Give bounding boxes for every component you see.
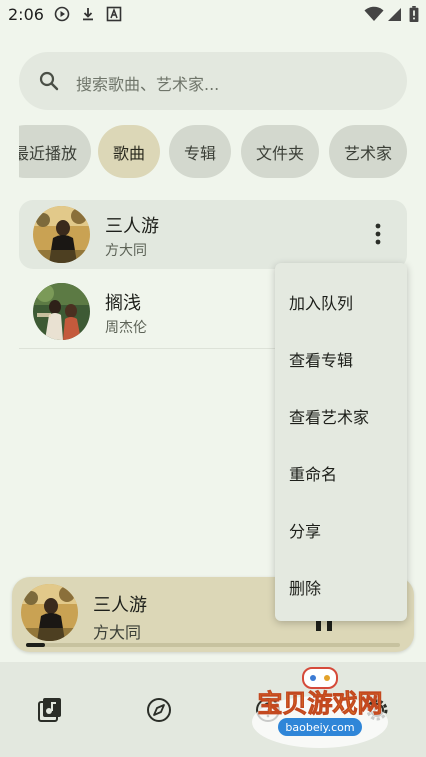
watermark-title: 宝贝游戏网 [257, 689, 382, 718]
now-playing-artist: 方大同 [93, 623, 142, 642]
song-artist: 方大同 [105, 243, 147, 259]
tab-recent[interactable]: 最近播放 [19, 125, 91, 178]
download-icon [83, 8, 93, 21]
tab-folders[interactable]: 文件夹 [241, 125, 319, 178]
status-time: 2:06 [8, 5, 44, 24]
song-title: 搁浅 [105, 293, 141, 314]
menu-item-label: 查看专辑 [289, 351, 354, 370]
album-cover [33, 206, 90, 263]
now-playing-cover [21, 584, 78, 641]
watermark-url: baobeiy.com [285, 721, 354, 734]
signal-icon [388, 8, 401, 21]
tab-label: 文件夹 [255, 143, 304, 163]
battery-icon [409, 6, 419, 22]
search-input[interactable]: 搜索歌曲、艺术家... [76, 71, 219, 95]
menu-item-label: 分享 [289, 522, 322, 541]
watermark-logo: 宝贝游戏网 baobeiy.com [245, 664, 395, 752]
wifi-icon [364, 6, 384, 21]
tab-label: 专辑 [183, 143, 216, 163]
tab-songs[interactable]: 歌曲 [98, 125, 160, 178]
song-title: 三人游 [105, 216, 159, 237]
menu-item-add-to-queue[interactable]: 加入队列 [275, 272, 407, 329]
playback-progress-fill [26, 643, 45, 647]
tab-label: 歌曲 [112, 143, 145, 163]
menu-item-share[interactable]: 分享 [275, 500, 407, 557]
tab-chips: 最近播放 歌曲 专辑 文件夹 艺术家 [19, 125, 407, 178]
song-row[interactable]: 三人游 方大同 [19, 200, 407, 269]
tab-albums[interactable]: 专辑 [169, 125, 231, 178]
menu-item-delete[interactable]: 删除 [275, 557, 407, 614]
menu-item-view-album[interactable]: 查看专辑 [275, 329, 407, 386]
play-circle-icon [54, 6, 70, 22]
menu-item-view-artist[interactable]: 查看艺术家 [275, 386, 407, 443]
font-a-icon [106, 6, 122, 22]
context-menu: 加入队列 查看专辑 查看艺术家 重命名 分享 删除 [275, 263, 407, 621]
more-vert-icon[interactable] [364, 220, 392, 248]
menu-item-rename[interactable]: 重命名 [275, 443, 407, 500]
tab-label: 艺术家 [343, 143, 392, 163]
song-artist: 周杰伦 [105, 320, 147, 336]
menu-item-label: 加入队列 [289, 294, 354, 313]
menu-item-label: 重命名 [289, 465, 338, 484]
status-bar: 2:06 [0, 0, 426, 30]
tab-artists[interactable]: 艺术家 [329, 125, 407, 178]
tab-label: 最近播放 [19, 143, 77, 163]
menu-item-label: 删除 [289, 579, 322, 598]
library-music-icon[interactable] [36, 696, 64, 724]
search-icon [39, 71, 59, 91]
explore-icon[interactable] [145, 696, 173, 724]
album-cover [33, 283, 90, 340]
now-playing-title: 三人游 [93, 595, 147, 616]
search-bar[interactable]: 搜索歌曲、艺术家... [19, 52, 407, 110]
playback-progress-bar[interactable] [26, 643, 400, 647]
menu-item-label: 查看艺术家 [289, 408, 370, 427]
